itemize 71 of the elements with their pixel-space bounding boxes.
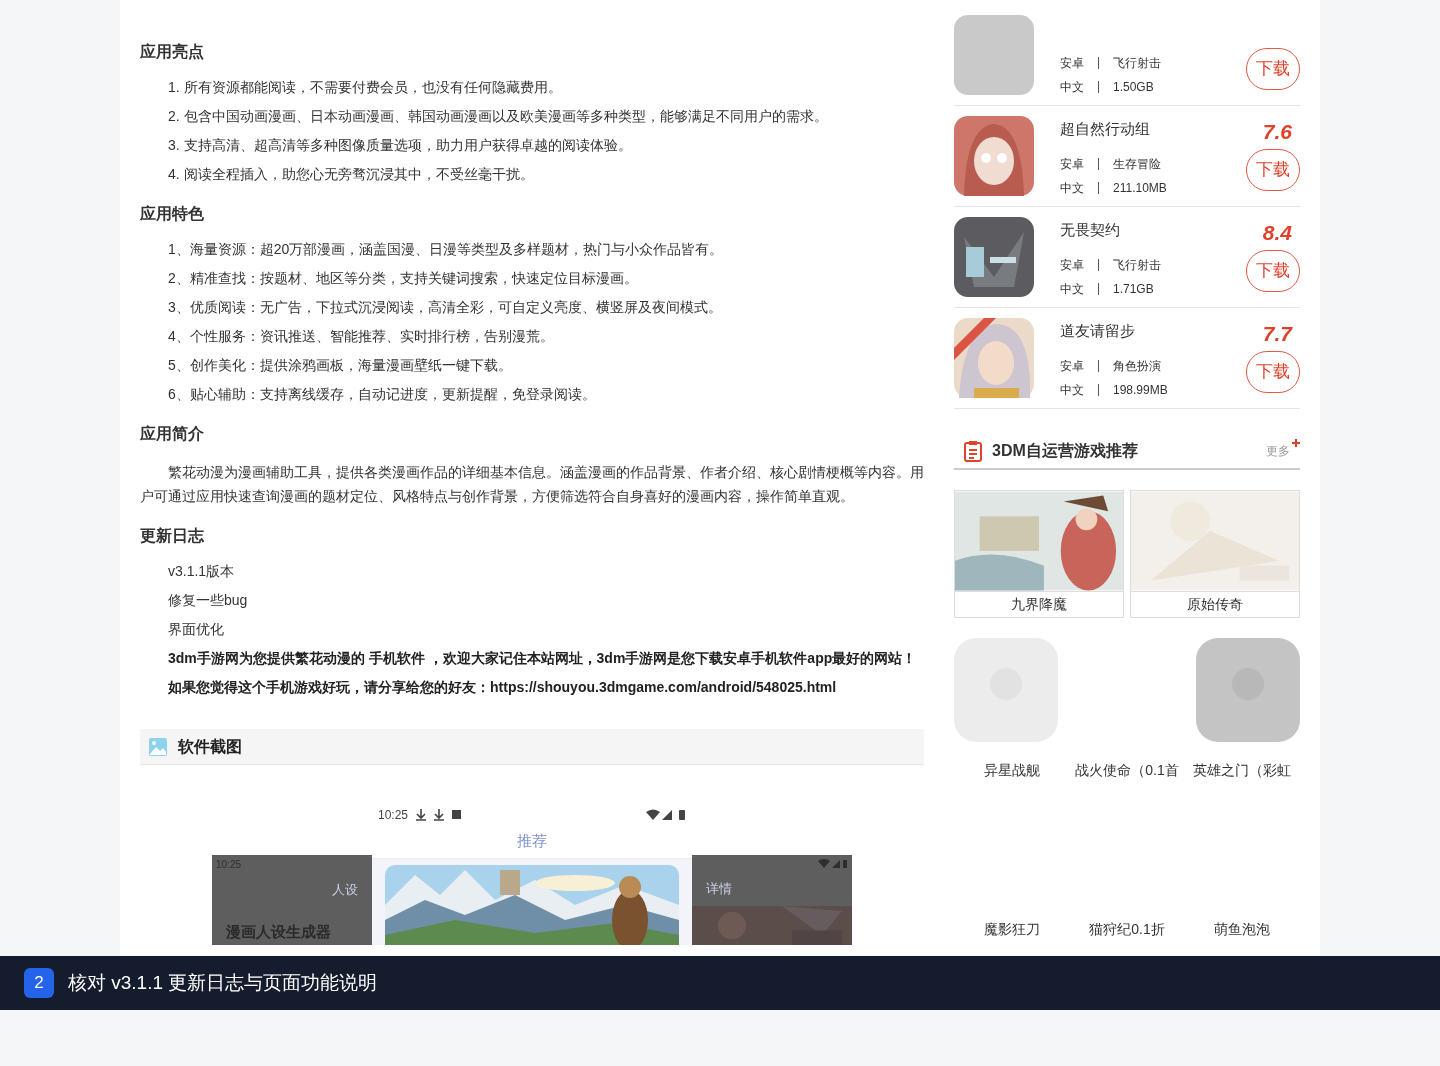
- score: 8.4: [1262, 220, 1293, 243]
- game-name[interactable]: 战火使命（0.1首: [1075, 760, 1179, 781]
- list-item: 3、优质阅读：无广告，下拉式沉浸阅读，高清全彩，可自定义亮度、横竖屏及夜间模式。: [168, 298, 723, 317]
- download-icon: [434, 808, 445, 821]
- game-card[interactable]: 九界降魔: [954, 490, 1124, 618]
- score: 7.6: [1262, 119, 1293, 142]
- section-heading: 应用特色: [140, 204, 205, 224]
- list-item: 4. 阅读全程插入，助您心无旁骛沉浸其中，不受丝毫干扰。: [168, 165, 535, 184]
- meta-value: 飞行射击: [1113, 257, 1161, 274]
- download-button[interactable]: 下载: [1246, 48, 1300, 90]
- game-title: 道友请留步: [1060, 321, 1136, 341]
- game-name[interactable]: 魔影狂刀: [983, 919, 1040, 940]
- meta-value: 飞行射击: [1113, 55, 1161, 72]
- plus-icon: [1292, 439, 1300, 447]
- game-name[interactable]: 英雄之门（彩虹: [1193, 760, 1292, 781]
- list-item: 3. 支持高清、超高清等多种图像质量选项，助力用户获得卓越的阅读体验。: [168, 136, 633, 155]
- section-title: 3DM自运营游戏推荐: [992, 440, 1139, 461]
- meta-label: 中文: [1060, 79, 1084, 96]
- game-title: 超自然行动组: [1060, 119, 1151, 139]
- tab-title: 人设: [331, 881, 359, 900]
- meta-label: 安卓: [1060, 257, 1084, 274]
- meta-label: 中文: [1060, 382, 1084, 399]
- meta-label: 安卓: [1060, 55, 1084, 72]
- changelog-line: 界面优化: [168, 620, 225, 639]
- meta-label: 中文: [1060, 180, 1084, 197]
- list-item: 2、精准查找：按题材、地区等分类，支持关键词搜索，快速定位目标漫画。: [168, 269, 639, 288]
- game-name[interactable]: 萌鱼泡泡: [1214, 919, 1271, 940]
- section-heading: 更新日志: [140, 526, 205, 546]
- game-name: 原始传奇: [1131, 591, 1299, 617]
- meta-label: 安卓: [1060, 358, 1084, 375]
- section-heading: 应用简介: [140, 424, 205, 444]
- step-badge: 2: [24, 968, 54, 998]
- download-button[interactable]: 下载: [1246, 351, 1300, 393]
- meta-value: 1.71GB: [1113, 281, 1154, 298]
- game-name[interactable]: 猫狩纪0.1折: [1089, 919, 1165, 940]
- section-title: 软件截图: [178, 736, 242, 757]
- meta-label: 中文: [1060, 281, 1084, 298]
- meta-value: 1.50GB: [1113, 79, 1154, 96]
- game-card[interactable]: 原始传奇: [1130, 490, 1300, 618]
- notification-icon: [452, 810, 462, 820]
- download-button[interactable]: 下载: [1246, 149, 1300, 191]
- status-icons: [818, 858, 848, 869]
- meta-value: 211.10MB: [1113, 180, 1167, 197]
- site-note: 3dm手游网为您提供繁花动漫的 手机软件 ，欢迎大家记住本站网址，3dm手游网是您下载安卓手机软件app最好的网站！: [168, 649, 918, 668]
- download-button[interactable]: 下载: [1246, 250, 1300, 292]
- game-name[interactable]: 异星战舰: [983, 760, 1040, 781]
- game-title: 无畏契约: [1060, 220, 1121, 240]
- intro-paragraph: 繁花动漫为漫画辅助工具，提供各类漫画作品的详细基本信息。涵盖漫画的作品背景、作者介绍、核心剧情梗概等内容。用户可通过应用快速查询漫画的题材定位、风格特点与创作背景，方便筛选符合自身喜好的漫画内容，操作简单直观。: [140, 463, 924, 506]
- score: 7.7: [1262, 321, 1294, 344]
- section-heading: 应用亮点: [140, 42, 205, 62]
- meta-value: 角色扮演: [1113, 358, 1161, 375]
- image-icon: [148, 736, 168, 757]
- site-note: 如果您觉得这个手机游戏好玩，请分享给您的好友：https://shouyou.3dmgame.com/android/548025.html: [168, 678, 838, 697]
- meta-value: 198.99MB: [1113, 382, 1168, 399]
- changelog-line: v3.1.1版本: [168, 562, 236, 581]
- list-item: 5、创作美化：提供涂鸦画板，海量漫画壁纸一键下载。: [168, 356, 513, 375]
- caption-text: 核对 v3.1.1 更新日志与页面功能说明: [68, 970, 378, 995]
- status-icons: [646, 808, 686, 821]
- game-name: 九界降魔: [955, 591, 1123, 617]
- clipboard-icon: [964, 439, 982, 462]
- changelog-line: 修复一些bug: [168, 591, 249, 610]
- meta-value: 生存冒险: [1113, 156, 1161, 173]
- status-time: 10:25: [378, 806, 409, 824]
- meta-label: 安卓: [1060, 156, 1084, 173]
- list-item: 1、海量资源：超20万部漫画，涵盖国漫、日漫等类型及多样题材，热门与小众作品皆有。: [168, 240, 725, 259]
- tab-title: 详情: [705, 880, 733, 899]
- list-item: 2. 包含中国动画漫画、日本动画漫画、韩国动画漫画以及欧美漫画等多种类型，能够满足不同用户的需求。: [168, 107, 829, 126]
- download-icon: [416, 808, 427, 821]
- list-item: 1. 所有资源都能阅读，不需要付费会员，也没有任何隐藏费用。: [168, 78, 563, 97]
- list-item: 4、个性服务：资讯推送、智能推荐、实时排行榜，告别漫荒。: [168, 327, 555, 346]
- list-item: 6、贴心辅助：支持离线缓存，自动记进度，更新提醒，免登录阅读。: [168, 385, 597, 404]
